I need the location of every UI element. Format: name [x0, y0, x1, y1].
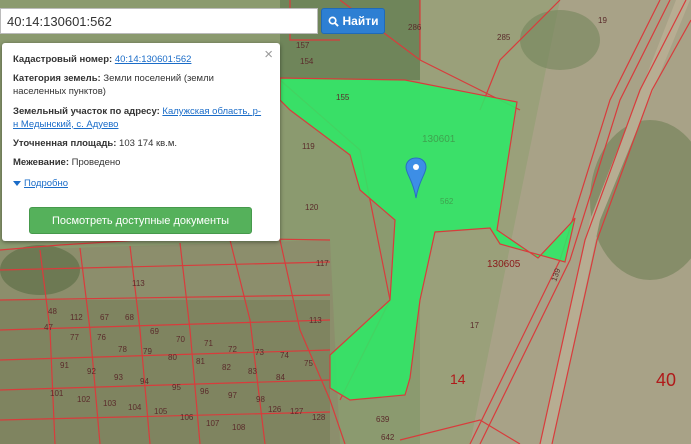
- parcel-label: 128: [312, 413, 326, 422]
- parcel-label: 94: [140, 377, 149, 386]
- survey-value: Проведено: [71, 157, 121, 168]
- parcel-label: 642: [381, 433, 395, 442]
- parcel-label: 74: [280, 351, 289, 360]
- parcel-label: 562: [440, 197, 454, 206]
- parcel-label: 69: [150, 327, 159, 336]
- parcel-label: 48: [48, 307, 57, 316]
- area-label: Уточненная площадь:: [13, 138, 117, 149]
- parcel-label: 113: [309, 316, 322, 325]
- parcel-label: 130601: [422, 134, 456, 145]
- parcel-label: 72: [228, 345, 237, 354]
- parcel-label: 83: [248, 367, 257, 376]
- parcel-label: 102: [77, 395, 91, 404]
- parcel-label: 106: [180, 413, 194, 422]
- parcel-label: 96: [200, 387, 209, 396]
- parcel-label: 73: [255, 348, 264, 357]
- parcel-label: 95: [172, 383, 181, 392]
- land-category-label: Категория земель:: [13, 73, 101, 84]
- parcel-label: 112: [70, 313, 83, 322]
- cadastral-number-link[interactable]: 40:14:130601:562: [115, 54, 192, 65]
- parcel-label: 98: [256, 395, 265, 404]
- cadastral-search-input[interactable]: [1, 9, 317, 33]
- view-documents-button[interactable]: Посмотреть доступные документы: [29, 207, 252, 234]
- parcel-label: 105: [154, 407, 168, 416]
- survey-label: Межевание:: [13, 157, 69, 168]
- parcel-label: 119: [302, 142, 315, 151]
- parcel-label: 78: [118, 345, 127, 354]
- parcel-label: 157: [296, 41, 310, 50]
- find-button-label: Найти: [342, 14, 379, 28]
- parcel-label: 81: [196, 357, 205, 366]
- parcel-label: 17: [470, 321, 479, 330]
- parcel-label: 93: [114, 373, 123, 382]
- parcel-label: 101: [50, 389, 64, 398]
- parcel-label: 80: [168, 353, 177, 362]
- cadastral-number-label: Кадастровый номер:: [13, 54, 113, 65]
- parcel-label: 40: [656, 370, 676, 390]
- find-button[interactable]: Найти: [321, 8, 385, 34]
- parcel-label: 117: [316, 259, 329, 268]
- parcel-label: 77: [70, 333, 79, 342]
- parcel-label: 70: [176, 335, 185, 344]
- parcel-label: 120: [305, 203, 319, 212]
- parcel-label: 79: [143, 347, 152, 356]
- details-link[interactable]: Подробно: [13, 178, 68, 189]
- cadastral-number-row: Кадастровый номер: 40:14:130601:562: [13, 54, 263, 67]
- parcel-label: 84: [276, 373, 285, 382]
- parcel-label: 113: [132, 279, 145, 288]
- area-value: 103 174 кв.м.: [119, 138, 178, 149]
- close-icon[interactable]: ×: [264, 47, 273, 62]
- parcel-label: 68: [125, 313, 134, 322]
- land-category-row: Категория земель: Земли поселений (земли…: [13, 73, 263, 98]
- parcel-label: 285: [497, 33, 511, 42]
- parcel-label: 107: [206, 419, 220, 428]
- parcel-label: 127: [290, 407, 304, 416]
- expand-triangle-icon: [13, 181, 21, 186]
- area-row: Уточненная площадь: 103 174 кв.м.: [13, 138, 263, 151]
- address-row: Земельный участок по адресу: Калужская о…: [13, 106, 263, 131]
- search-icon: [328, 16, 339, 27]
- survey-row: Межевание: Проведено: [13, 157, 263, 170]
- parcel-label: 75: [304, 359, 313, 368]
- parcel-label: 67: [100, 313, 109, 322]
- parcel-label: 130605: [487, 259, 521, 270]
- details-link-label: Подробно: [24, 178, 68, 189]
- parcel-label: 92: [87, 367, 96, 376]
- address-label: Земельный участок по адресу:: [13, 106, 160, 117]
- parcel-label: 286: [408, 23, 422, 32]
- parcel-label: 76: [97, 333, 106, 342]
- parcel-label: 47: [44, 323, 53, 332]
- search-bar: [0, 8, 318, 34]
- parcel-label: 82: [222, 363, 231, 372]
- parcel-label: 104: [128, 403, 142, 412]
- parcel-label: 97: [228, 391, 237, 400]
- parcel-label: 154: [300, 57, 314, 66]
- parcel-label: 155: [336, 93, 350, 102]
- parcel-label: 71: [204, 339, 213, 348]
- parcel-label: 103: [103, 399, 117, 408]
- parcel-label: 19: [598, 16, 607, 25]
- parcel-label: 126: [268, 405, 282, 414]
- parcel-label: 639: [376, 415, 390, 424]
- parcel-label: 91: [60, 361, 69, 370]
- parcel-label: 14: [450, 371, 466, 387]
- parcel-label: 108: [232, 423, 246, 432]
- parcel-info-panel: × Кадастровый номер: 40:14:130601:562 Ка…: [2, 43, 280, 241]
